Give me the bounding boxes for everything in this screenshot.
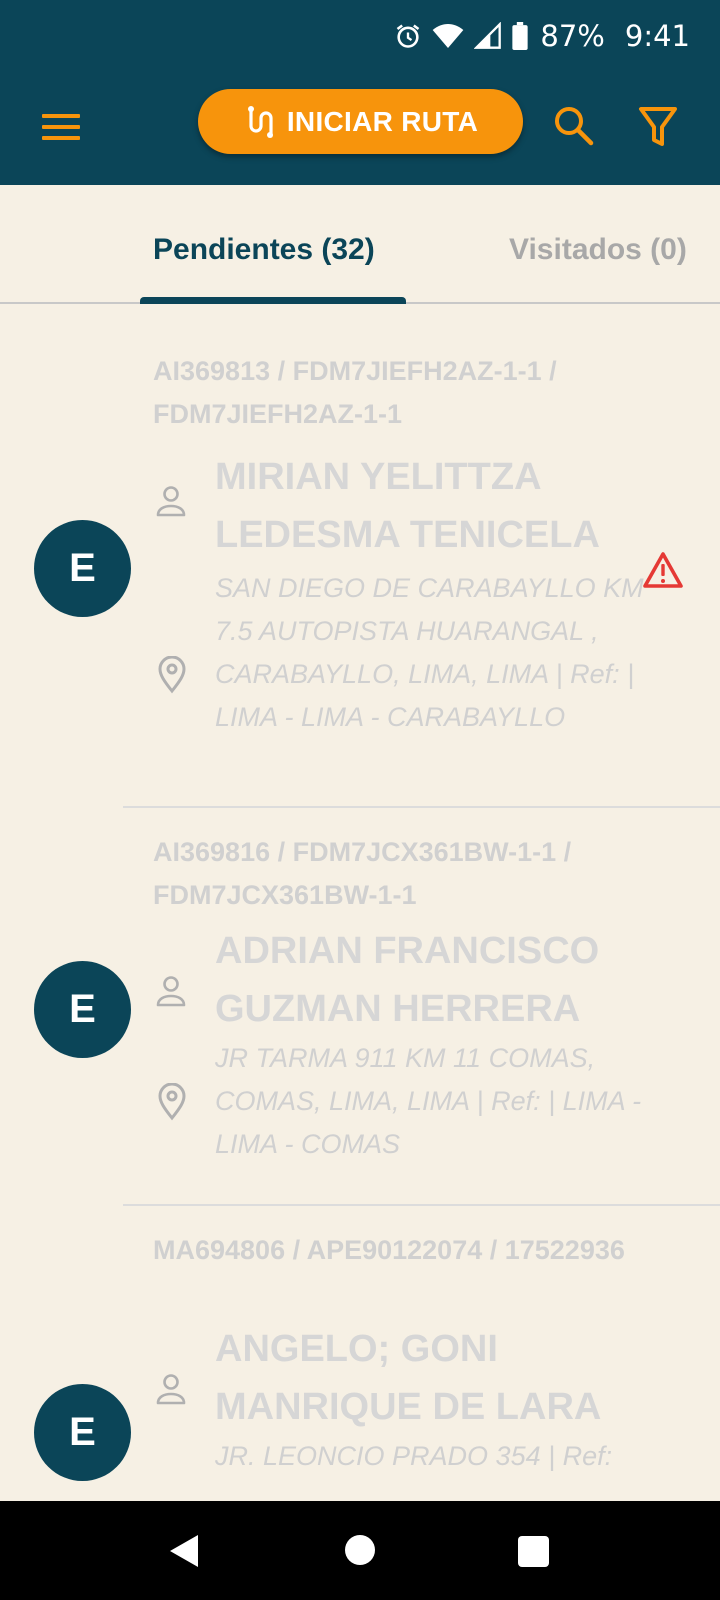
alarm-icon <box>394 22 422 50</box>
person-icon <box>156 976 186 1007</box>
item-address: SAN DIEGO DE CARABAYLLO KM 7.5 AUTOPISTA… <box>215 573 644 732</box>
start-route-label: INICIAR RUTA <box>286 105 479 137</box>
item-address: JR. LEONCIO PRADO 354 | Ref: <box>215 1441 613 1471</box>
start-route-button[interactable]: INICIAR RUTA <box>198 89 523 154</box>
home-icon[interactable] <box>345 1535 375 1565</box>
battery-percent: 87% <box>540 19 605 53</box>
menu-icon <box>42 114 80 140</box>
status-bar: 87% 9:41 <box>394 14 690 58</box>
list-item[interactable]: MA694806 / APE90122074 / 17522936 ANGELO… <box>0 1206 720 1501</box>
item-name: ANGELO; GONI MANRIQUE DE LARA <box>215 1328 602 1428</box>
signal-icon <box>474 22 502 50</box>
filter-icon <box>639 107 677 146</box>
location-pin-icon <box>158 1083 186 1121</box>
search-button[interactable] <box>552 104 596 148</box>
tab-bar: Pendientes (32) Visitados (0) <box>0 185 720 304</box>
wifi-icon <box>432 22 464 50</box>
avatar: E <box>34 961 131 1058</box>
item-codes: AI369813 / FDM7JIEFH2AZ-1-1 / FDM7JIEFH2… <box>153 356 557 429</box>
search-icon <box>555 107 594 146</box>
app-bar: 87% 9:41 INICIAR RUTA <box>0 0 720 185</box>
clock: 9:41 <box>624 19 690 53</box>
item-name: MIRIAN YELITTZA LEDESMA TENICELA <box>215 456 600 556</box>
item-codes: AI369816 / FDM7JCX361BW-1-1 / FDM7JCX361… <box>153 837 572 910</box>
back-icon[interactable] <box>168 1533 200 1569</box>
avatar: E <box>34 520 131 617</box>
location-pin-icon <box>158 656 186 694</box>
item-name: ADRIAN FRANCISCO GUZMAN HERRERA <box>215 930 600 1030</box>
battery-icon <box>512 22 529 50</box>
tab-visitados[interactable]: Visitados (0) <box>509 233 687 267</box>
item-address: JR TARMA 911 KM 11 COMAS, COMAS, LIMA, L… <box>215 1043 642 1159</box>
person-icon <box>156 1374 186 1405</box>
list-item[interactable]: AI369816 / FDM7JCX361BW-1-1 / FDM7JCX361… <box>0 808 720 1206</box>
avatar: E <box>34 1384 131 1481</box>
list-item[interactable]: AI369813 / FDM7JIEFH2AZ-1-1 / FDM7JIEFH2… <box>0 304 720 808</box>
route-icon <box>247 105 273 138</box>
delivery-list: AI369813 / FDM7JIEFH2AZ-1-1 / FDM7JIEFH2… <box>0 304 720 1501</box>
active-tab-indicator <box>140 297 406 304</box>
recents-icon[interactable] <box>518 1536 549 1567</box>
menu-button[interactable] <box>38 104 86 144</box>
system-nav-bar <box>0 1501 720 1600</box>
filter-button[interactable] <box>638 106 678 148</box>
person-icon <box>156 486 186 517</box>
tab-pendientes[interactable]: Pendientes (32) <box>153 233 375 267</box>
item-codes: MA694806 / APE90122074 / 17522936 <box>153 1235 625 1265</box>
